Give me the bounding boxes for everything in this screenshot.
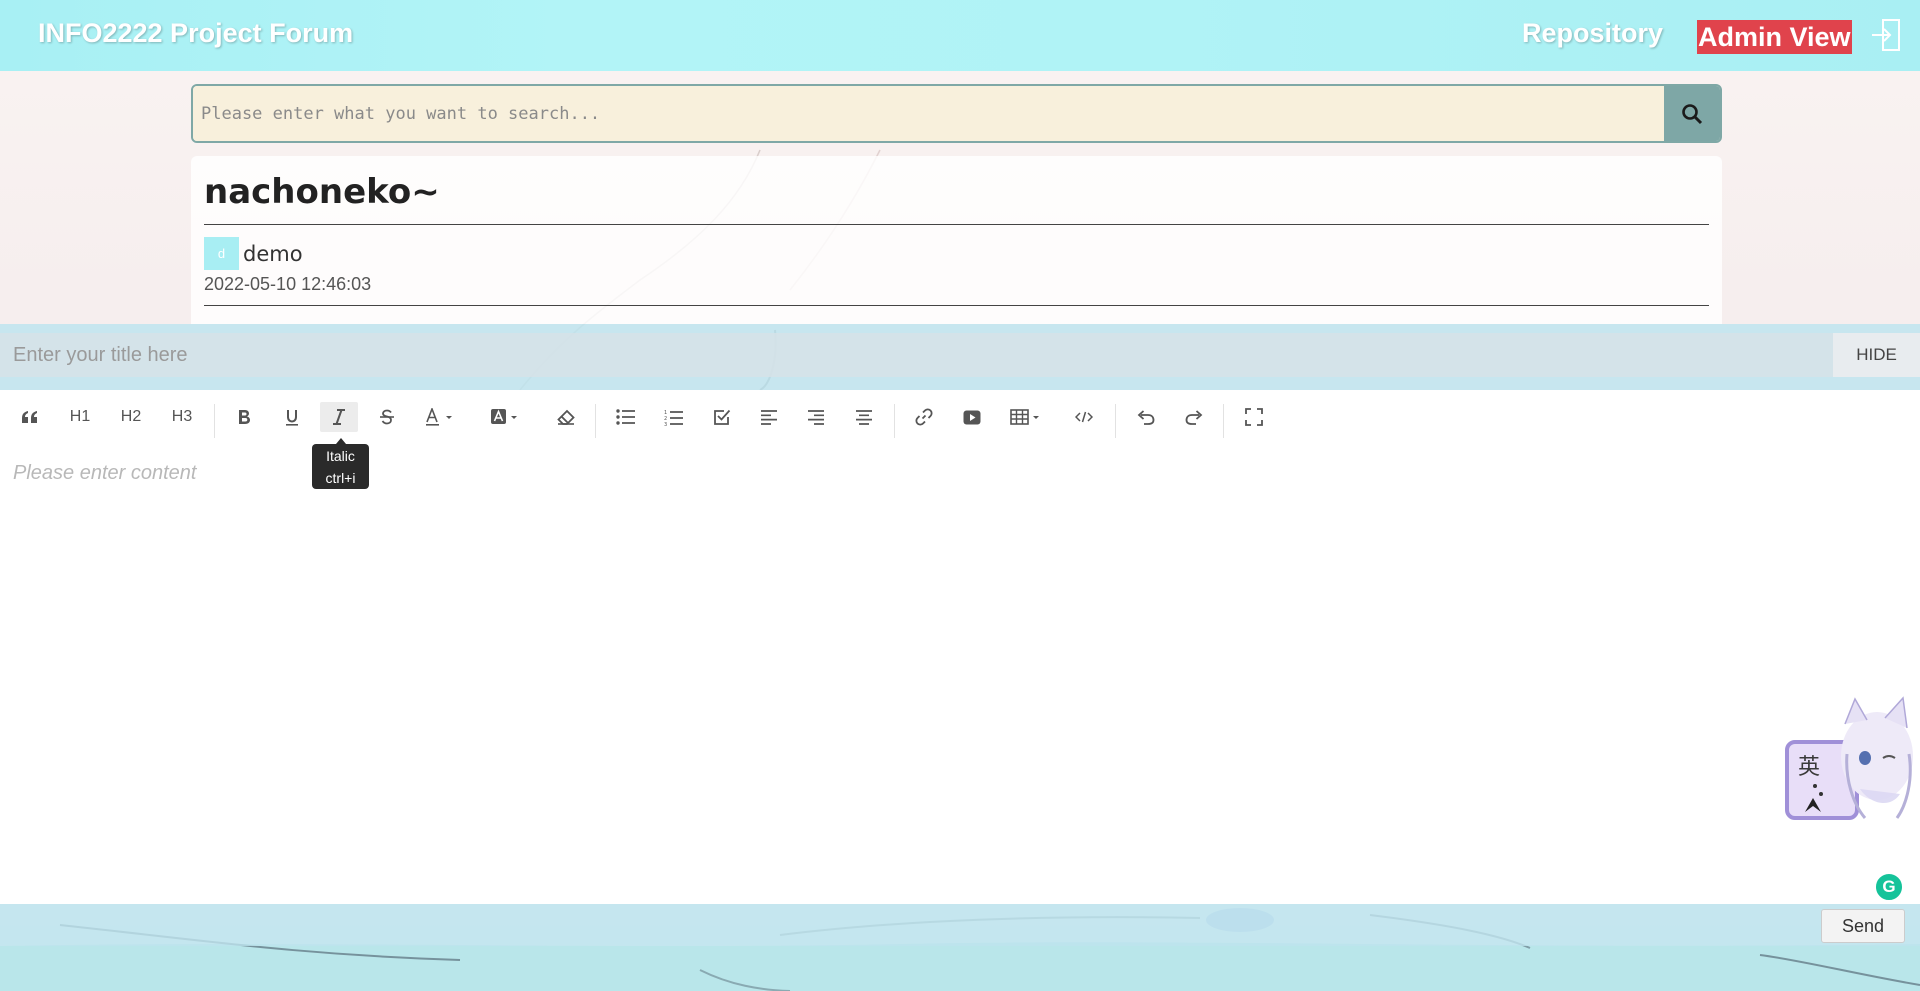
post-timestamp: 2022-05-10 12:46:03 <box>204 274 372 294</box>
video-icon <box>963 410 981 424</box>
bullet-list-button[interactable] <box>612 402 640 432</box>
italic-button[interactable] <box>320 402 358 432</box>
background-color-dropdown[interactable] <box>488 402 522 432</box>
insert-video-button[interactable] <box>958 402 986 432</box>
insert-table-dropdown[interactable] <box>1008 402 1044 432</box>
ordered-list-button[interactable]: 123 <box>660 402 688 432</box>
editor-body: H1 H2 H3 1 2 3 Italic ctrl+i Please ente… <box>0 390 1920 904</box>
toolbar-separator <box>214 404 215 438</box>
hide-button[interactable]: HIDE <box>1833 333 1920 377</box>
nav-repository-link[interactable]: Repository <box>1522 18 1663 49</box>
ime-mascot-widget[interactable]: 英 <box>1785 694 1920 824</box>
checkbox-icon <box>714 409 731 425</box>
strikethrough-button[interactable] <box>373 402 401 432</box>
align-right-icon <box>808 409 824 425</box>
align-right-button[interactable] <box>802 402 830 432</box>
quote-button[interactable] <box>16 402 44 432</box>
tooltip-shortcut: ctrl+i <box>325 470 356 486</box>
nav-admin-view-link[interactable]: Admin View <box>1697 20 1852 54</box>
top-navigation-bar: INFO2222 Project Forum Repository Admin … <box>0 0 1920 71</box>
avatar: d <box>204 237 239 270</box>
strikethrough-icon <box>380 409 394 424</box>
search-input[interactable] <box>193 86 1664 141</box>
redo-icon <box>1185 410 1203 425</box>
logout-icon[interactable] <box>1870 18 1902 52</box>
task-list-button[interactable] <box>708 402 736 432</box>
divider <box>204 224 1709 225</box>
bullet-list-icon <box>616 409 635 425</box>
align-center-button[interactable] <box>850 402 878 432</box>
font-color-icon <box>426 408 452 426</box>
post-author[interactable]: demo <box>243 242 303 266</box>
align-left-icon <box>761 409 777 425</box>
site-brand[interactable]: INFO2222 Project Forum <box>38 18 353 49</box>
clear-format-button[interactable] <box>552 402 580 432</box>
underline-button[interactable] <box>278 402 306 432</box>
mascot-illustration: 英 <box>1785 696 1913 820</box>
ordered-list-icon: 123 <box>664 410 683 426</box>
toolbar-separator <box>894 404 895 438</box>
heading-1-button[interactable]: H1 <box>65 402 95 432</box>
mascot-glyph: 英 <box>1798 755 1820 780</box>
align-left-button[interactable] <box>755 402 783 432</box>
insert-link-button[interactable] <box>910 402 938 432</box>
post-card: nachoneko~ d demo 2022-05-10 12:46:03 <box>191 156 1722 324</box>
toolbar-separator <box>1223 404 1224 438</box>
fullscreen-icon <box>1245 408 1263 426</box>
tooltip-title: Italic <box>326 448 355 464</box>
bold-icon <box>239 410 250 424</box>
toolbar-separator <box>595 404 596 438</box>
bold-button[interactable] <box>230 402 258 432</box>
send-button[interactable]: Send <box>1821 909 1905 943</box>
code-icon <box>1075 411 1093 423</box>
redo-button[interactable] <box>1180 402 1208 432</box>
search-bar <box>191 84 1722 143</box>
underline-icon <box>286 409 298 426</box>
code-button[interactable] <box>1070 402 1098 432</box>
editor-toolbar: H1 H2 H3 1 2 3 <box>0 390 1920 442</box>
table-icon <box>1010 409 1039 425</box>
heading-2-button[interactable]: H2 <box>116 402 146 432</box>
svg-text:3: 3 <box>664 422 667 426</box>
post-title: nachoneko~ <box>204 172 440 212</box>
italic-icon <box>333 409 345 425</box>
undo-icon <box>1137 410 1155 425</box>
title-row: HIDE <box>0 324 1920 390</box>
title-input[interactable] <box>0 333 1833 377</box>
align-center-icon <box>856 409 872 425</box>
fullscreen-button[interactable] <box>1240 402 1268 432</box>
italic-tooltip: Italic ctrl+i <box>312 438 369 489</box>
divider <box>204 305 1709 306</box>
eraser-icon <box>557 409 575 425</box>
undo-button[interactable] <box>1132 402 1160 432</box>
content-placeholder[interactable]: Please enter content <box>13 462 196 485</box>
grammarly-icon[interactable]: G <box>1874 872 1904 902</box>
link-icon <box>915 408 933 426</box>
font-color-dropdown[interactable] <box>423 402 457 432</box>
highlight-icon <box>491 409 517 424</box>
search-button[interactable] <box>1664 86 1720 141</box>
send-bar: Send <box>0 904 1920 946</box>
quote-icon <box>22 411 37 423</box>
search-icon <box>1682 103 1703 124</box>
heading-3-button[interactable]: H3 <box>167 402 197 432</box>
toolbar-separator <box>1115 404 1116 438</box>
